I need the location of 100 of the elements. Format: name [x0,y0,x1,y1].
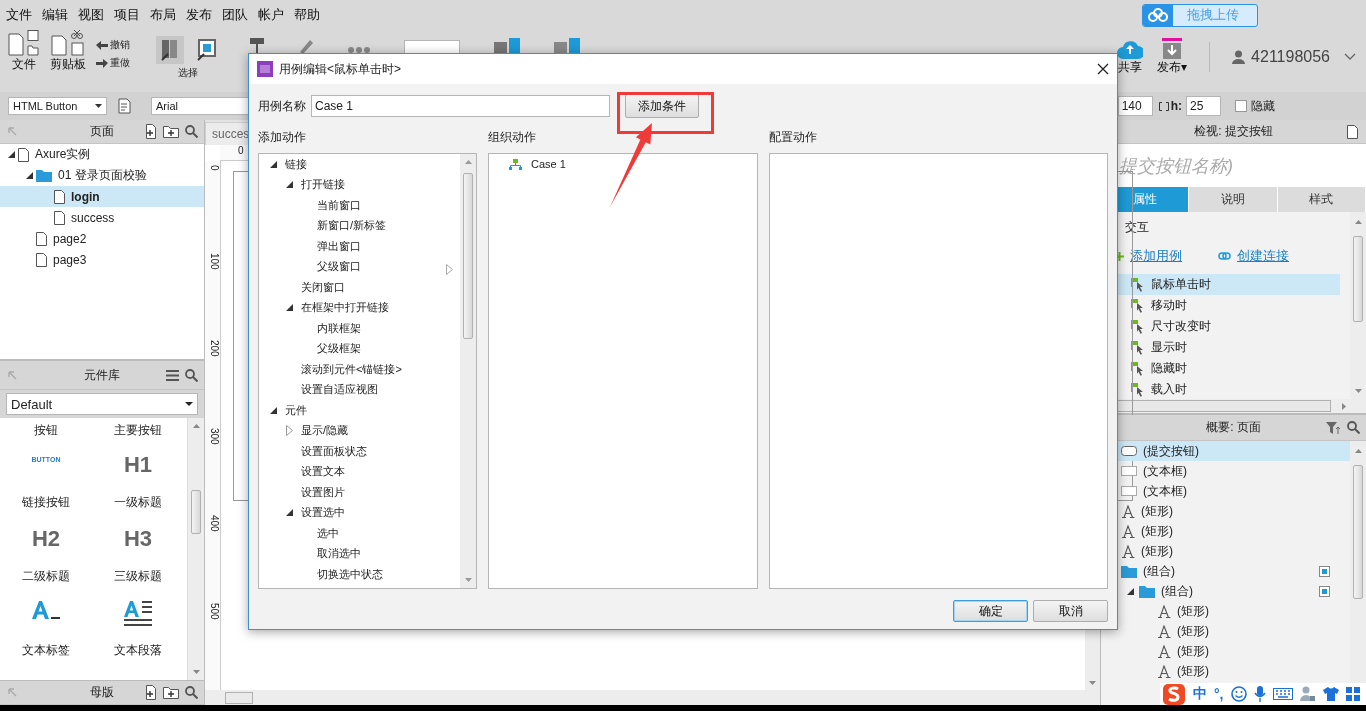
expanded-triangle-icon[interactable] [269,160,277,168]
scroll-down-icon[interactable] [1354,389,1362,393]
user-id[interactable]: 421198056 [1251,48,1330,66]
page-tree-item[interactable]: login [0,186,204,207]
distribute-icon[interactable] [494,38,520,54]
width-field[interactable]: 140 [1117,96,1153,116]
menu-item[interactable]: 文件 [1,6,37,24]
ime-indicator[interactable]: °, [1214,686,1224,702]
menu-item[interactable]: 团队 [217,6,253,24]
shirt-icon[interactable] [1322,687,1339,701]
scroll-up-icon[interactable] [1354,220,1362,224]
scrollbar-thumb[interactable] [191,490,201,534]
menu-item[interactable]: 发布 [181,6,217,24]
outline-item[interactable]: (矩形) [1101,501,1350,521]
scroll-up-icon[interactable] [192,424,200,428]
scroll-down-icon[interactable] [192,670,200,674]
case-item[interactable]: Case 1 [489,154,757,175]
scrollbar-thumb[interactable] [1353,465,1363,599]
search-icon[interactable] [185,125,198,138]
action-item[interactable]: 切换选中状态 [259,564,460,585]
library-widget[interactable]: 按钮 [0,418,92,442]
expanded-triangle-icon[interactable] [269,406,277,414]
add-folder-icon[interactable] [163,125,179,138]
expanded-triangle-icon[interactable] [7,151,15,158]
page-tree-item[interactable]: Axure实例 [0,144,204,165]
outline-item[interactable]: (文本框) [1101,461,1350,481]
inspector-tab[interactable]: 说明 [1189,187,1278,212]
expanded-triangle-icon[interactable] [1126,587,1134,595]
share-button[interactable]: 共享 [1117,38,1144,76]
outline-item[interactable]: (矩形) [1101,541,1350,561]
action-item[interactable]: 父级框架 [259,338,460,359]
square-toggle-icon[interactable] [1319,565,1330,577]
action-item[interactable]: 当前窗口 [259,195,460,216]
search-icon[interactable] [1347,421,1360,434]
expanded-triangle-icon[interactable] [285,304,293,312]
hidden-checkbox[interactable] [1235,100,1247,112]
action-item[interactable]: 设置选中 [259,502,460,523]
menu-item[interactable]: 帮助 [289,6,325,24]
library-widget[interactable]: H3 三级标题 [92,516,184,590]
action-item[interactable]: 设置文本 [259,461,460,482]
action-item[interactable]: 设置图片 [259,482,460,503]
format-painter-icon[interactable] [117,98,133,114]
close-icon[interactable] [1097,63,1109,75]
lock-ratio-icon[interactable] [1158,101,1169,111]
outline-item[interactable]: (组合) [1101,581,1350,601]
action-item[interactable]: 选中 [259,523,460,544]
action-item[interactable]: 设置面板状态 [259,441,460,462]
action-item[interactable]: 内联框架 [259,318,460,339]
redo-button[interactable]: 重做 [96,56,130,70]
smiley-icon[interactable] [1230,686,1247,702]
square-toggle-icon[interactable] [1319,585,1330,597]
page-tree-item[interactable]: page2 [0,228,204,249]
collapsed-triangle-icon[interactable] [285,425,293,437]
menu-item[interactable]: 编辑 [37,6,73,24]
outline-item[interactable]: (矩形) [1101,641,1350,661]
event-item[interactable]: 载入时 [1101,379,1340,400]
library-widget[interactable]: H2 二级标题 [0,516,92,590]
filter-icon[interactable] [1326,421,1341,434]
expanded-triangle-icon[interactable] [285,509,293,517]
library-widget[interactable]: 文本标签 [0,590,92,664]
scroll-down-icon[interactable] [1089,681,1096,685]
scroll-right-icon[interactable] [1342,402,1346,410]
keyboard-icon[interactable] [1272,688,1293,700]
page-icon[interactable] [1347,124,1358,139]
outline-item[interactable]: (矩形) [1101,521,1350,541]
library-dropdown[interactable]: Default [6,393,198,415]
cancel-button[interactable]: 取消 [1033,600,1108,622]
menu-item[interactable]: 视图 [73,6,109,24]
select-tool-icon[interactable] [156,36,184,64]
action-item[interactable]: 取消选中 [259,543,460,564]
height-field[interactable]: 25 [1186,96,1221,116]
logo-icon[interactable] [1162,683,1186,705]
ok-button[interactable]: 确定 [953,600,1028,622]
menu-item[interactable]: 布局 [145,6,181,24]
add-condition-button[interactable]: 添加条件 [625,94,699,118]
scrollbar-thumb[interactable] [1353,236,1363,322]
action-item[interactable]: 关闭窗口 [259,277,460,298]
widget-type-dropdown[interactable]: HTML Button [8,97,107,115]
action-item[interactable]: 在框架中打开链接 [259,297,460,318]
ime-indicator[interactable]: 中 [1193,685,1207,703]
event-item[interactable]: 尺寸改变时 [1101,316,1340,337]
add-page-icon[interactable] [144,124,157,139]
inspector-tab[interactable]: 样式 [1277,187,1366,212]
undo-button[interactable]: 撤销 [96,38,130,52]
scrollbar-thumb[interactable] [463,173,473,339]
add-folder-icon[interactable] [163,686,179,699]
event-item[interactable]: 显示时 [1101,337,1340,358]
action-item[interactable]: 打开链接 [259,174,460,195]
outline-item[interactable]: (文本框) [1101,481,1350,501]
scroll-down-icon[interactable] [464,578,472,582]
hammer-icon[interactable] [250,38,264,54]
chevron-down-icon[interactable] [1344,53,1356,61]
scrollbar-thumb[interactable] [225,691,253,704]
distribute-icon[interactable] [554,38,580,54]
menu-item[interactable]: 项目 [109,6,145,24]
action-item[interactable]: 设置自适应视图 [259,379,460,400]
clipboard-button[interactable]: 剪贴板 [50,30,86,80]
grid-icon[interactable] [1345,687,1360,701]
action-item[interactable]: 显示/隐藏 [259,420,460,441]
action-item[interactable]: 父级窗口 [259,256,460,277]
